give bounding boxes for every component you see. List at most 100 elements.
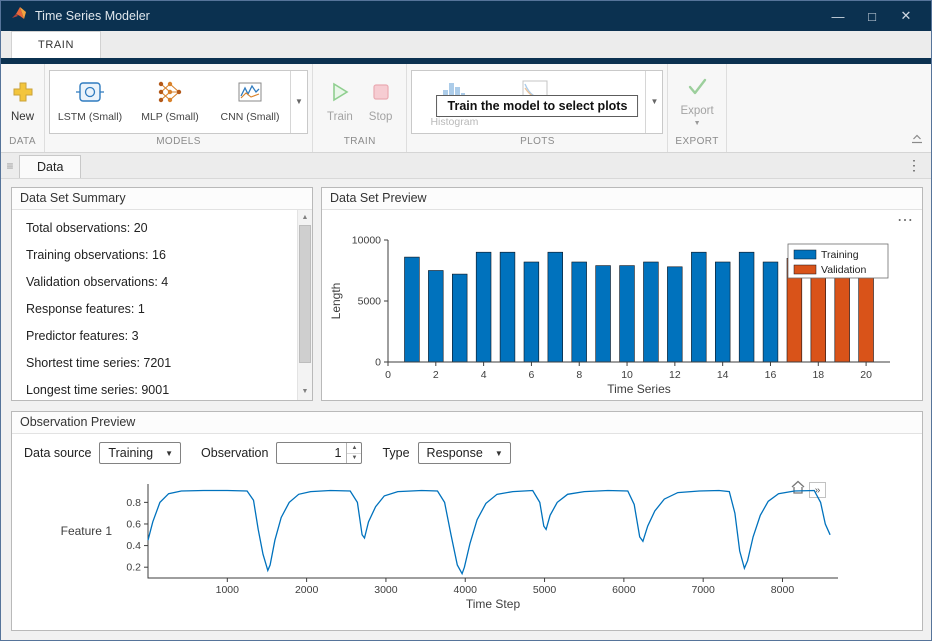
matlab-logo: [11, 6, 27, 27]
cnn-icon: [236, 80, 264, 109]
panel-grip-icon[interactable]: ≡: [1, 159, 19, 173]
data-source-dropdown[interactable]: Training ▼: [99, 442, 181, 464]
scrollbar-thumb[interactable]: [299, 225, 311, 363]
model-item-lstm[interactable]: LSTM (Small): [50, 71, 130, 133]
observation-input[interactable]: [277, 443, 346, 463]
ribbon-toolstrip: New DATA LSTM (Small): [1, 64, 931, 153]
section-label-data: DATA: [1, 136, 44, 152]
dataset-preview-chart: 050001000002468101214161820Time SeriesLe…: [324, 214, 918, 398]
data-set-preview-panel: Data Set Preview ⋯ 050001000002468101214…: [321, 187, 923, 401]
models-gallery-dropdown[interactable]: ▼: [290, 71, 307, 133]
svg-text:4000: 4000: [454, 584, 478, 596]
close-button[interactable]: ✕: [891, 5, 921, 27]
svg-text:16: 16: [765, 369, 777, 381]
panel-title: Observation Preview: [12, 412, 922, 434]
chevron-down-icon: ▼: [491, 449, 510, 458]
plots-disabled-message: Train the model to select plots: [437, 95, 639, 117]
svg-text:7000: 7000: [691, 584, 715, 596]
scroll-down-icon[interactable]: ▼: [298, 385, 312, 399]
new-plus-icon: [12, 81, 34, 108]
new-button[interactable]: New: [5, 79, 40, 125]
tab-data[interactable]: Data: [19, 155, 81, 178]
panel-title: Data Set Summary: [12, 188, 312, 210]
data-source-label: Data source: [24, 446, 91, 460]
document-tab-bar: ≡ Data ⋮: [1, 153, 931, 179]
spinner-down-icon[interactable]: ▼: [347, 454, 361, 464]
observation-preview-panel: Observation Preview Data source Training…: [11, 411, 923, 631]
data-set-summary-panel: Data Set Summary Total observations: 20 …: [11, 187, 313, 401]
summary-line: Response features: 1: [26, 301, 298, 317]
mlp-icon: [156, 80, 184, 109]
document-actions-icon[interactable]: ⋮: [897, 157, 931, 174]
chevron-down-icon: ▼: [694, 120, 701, 127]
panel-title: Data Set Preview: [322, 188, 922, 210]
svg-text:6000: 6000: [612, 584, 636, 596]
summary-line: Total observations: 20: [26, 220, 298, 236]
svg-text:Feature 1: Feature 1: [61, 524, 113, 538]
ribbon-section-train: Train Stop TRAIN: [313, 64, 407, 152]
svg-text:3000: 3000: [374, 584, 398, 596]
collapse-ribbon-button[interactable]: [910, 131, 924, 149]
observation-controls: Data source Training ▼ Observation ▲ ▼ T…: [24, 442, 511, 464]
models-gallery: LSTM (Small) MLP (Small) CNN (Small): [49, 70, 308, 134]
plots-gallery-dropdown[interactable]: ▼: [645, 71, 662, 133]
stop-icon: [371, 81, 391, 108]
stop-button-label: Stop: [369, 111, 393, 123]
svg-text:Time Step: Time Step: [466, 597, 521, 611]
section-label-models: MODELS: [45, 136, 312, 152]
chevron-down-icon: ▼: [651, 97, 659, 106]
stop-button[interactable]: Stop: [363, 79, 399, 125]
svg-text:10000: 10000: [352, 235, 381, 247]
window-controls: — □ ✕: [823, 5, 921, 27]
svg-text:2000: 2000: [295, 584, 319, 596]
svg-text:0.4: 0.4: [126, 540, 141, 552]
app-content: Data Set Summary Total observations: 20 …: [1, 179, 931, 641]
lstm-icon: [76, 80, 104, 109]
train-button-label: Train: [327, 111, 353, 123]
model-item-mlp[interactable]: MLP (Small): [130, 71, 210, 133]
svg-text:Training: Training: [821, 249, 859, 261]
plots-item-label: Histogram: [430, 116, 478, 128]
play-icon: [329, 81, 351, 108]
svg-text:0: 0: [375, 357, 381, 369]
summary-line: Predictor features: 3: [26, 328, 298, 344]
model-item-cnn[interactable]: CNN (Small): [210, 71, 290, 133]
spinner-up-icon[interactable]: ▲: [347, 443, 361, 454]
type-dropdown[interactable]: Response ▼: [418, 442, 511, 464]
tab-train[interactable]: TRAIN: [11, 31, 101, 58]
ribbon-section-export: Export ▼ EXPORT: [668, 64, 726, 152]
svg-text:Time Series: Time Series: [607, 382, 671, 396]
svg-text:20: 20: [860, 369, 872, 381]
new-button-label: New: [11, 111, 34, 123]
svg-text:8: 8: [576, 369, 582, 381]
summary-list: Total observations: 20 Training observat…: [12, 210, 312, 419]
check-icon: [686, 77, 708, 102]
summary-line: Longest time series: 9001: [26, 382, 298, 398]
summary-line: Validation observations: 4: [26, 274, 298, 290]
svg-text:4: 4: [481, 369, 487, 381]
export-button[interactable]: Export ▼: [674, 75, 719, 129]
scroll-up-icon[interactable]: ▲: [298, 211, 312, 225]
model-item-label: CNN (Small): [221, 111, 280, 123]
model-item-label: LSTM (Small): [58, 111, 122, 123]
observation-label: Observation: [201, 446, 268, 460]
chevron-down-icon: ▼: [295, 97, 303, 106]
summary-line: Shortest time series: 7201: [26, 355, 298, 371]
ribbon-section-models: LSTM (Small) MLP (Small) CNN (Small): [45, 64, 313, 152]
summary-scrollbar[interactable]: ▲ ▼: [297, 210, 312, 400]
window-title: Time Series Modeler: [35, 9, 150, 23]
minimize-button[interactable]: —: [823, 5, 853, 27]
export-button-label: Export: [680, 105, 713, 117]
train-button[interactable]: Train: [321, 79, 359, 125]
ribbon-tab-bar: TRAIN: [1, 31, 931, 58]
observation-spinner: ▲ ▼: [346, 443, 361, 463]
summary-line: Training observations: 16: [26, 247, 298, 263]
svg-text:0.2: 0.2: [126, 562, 141, 574]
maximize-button[interactable]: □: [857, 5, 887, 27]
data-source-value: Training: [100, 446, 161, 460]
svg-text:18: 18: [812, 369, 824, 381]
type-value: Response: [419, 446, 491, 460]
ribbon-section-data: New DATA: [1, 64, 45, 152]
model-item-label: MLP (Small): [141, 111, 199, 123]
time-series-modeler-window: Time Series Modeler — □ ✕ TRAIN New DATA: [0, 0, 932, 641]
